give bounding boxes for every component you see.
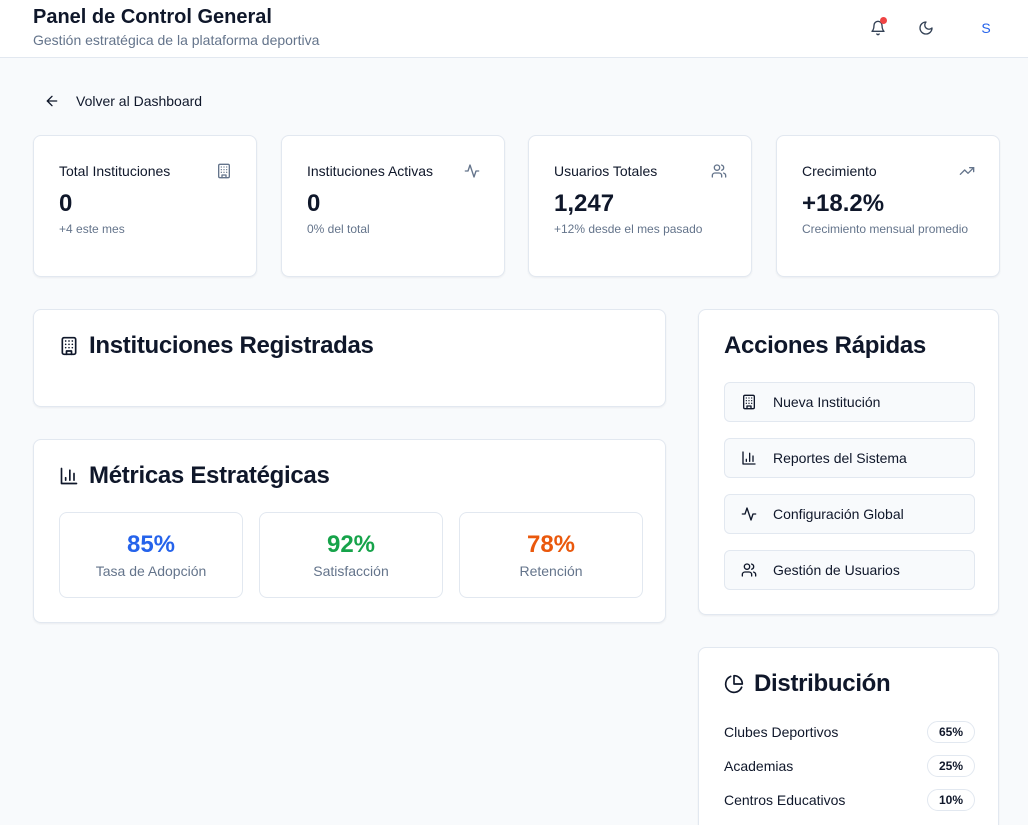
institutions-card: Instituciones Registradas <box>33 309 666 407</box>
institutions-title-text: Instituciones Registradas <box>89 332 374 359</box>
back-label: Volver al Dashboard <box>76 93 203 109</box>
top-bar: Panel de Control General Gestión estraté… <box>0 0 1028 58</box>
stat-card-growth: Crecimiento +18.2% Crecimiento mensual p… <box>776 135 1000 277</box>
theme-toggle-button[interactable] <box>912 14 940 42</box>
metric-value: 78% <box>526 531 576 558</box>
metric-label: Tasa de Adopción <box>95 563 207 579</box>
stat-value: 0 <box>59 190 73 217</box>
institutions-title: Instituciones Registradas <box>59 332 374 360</box>
stat-subtext: +4 este mes <box>59 222 125 236</box>
activity-icon <box>741 507 757 521</box>
moon-icon <box>919 21 933 35</box>
metric-retention: 78% Retención <box>459 512 643 598</box>
building-icon <box>218 163 230 179</box>
back-to-dashboard-link[interactable]: Volver al Dashboard <box>44 90 202 112</box>
users-icon <box>711 164 727 178</box>
stat-label: Crecimiento <box>802 163 877 179</box>
distribution-label: Academias <box>724 758 794 774</box>
stat-card-total-institutions: Total Instituciones 0 +4 este mes <box>33 135 257 277</box>
stat-label: Total Instituciones <box>59 163 171 179</box>
building-icon <box>61 336 77 356</box>
stat-card-total-users: Usuarios Totales 1,247 +12% desde el mes… <box>528 135 752 277</box>
page-title: Panel de Control General <box>33 6 272 28</box>
notifications-button[interactable] <box>864 14 892 42</box>
distribution-label: Centros Educativos <box>724 792 846 808</box>
bar-chart-icon <box>742 451 756 465</box>
stat-label: Usuarios Totales <box>554 163 658 179</box>
quick-actions-card: Acciones Rápidas Nueva Institución Repor… <box>698 309 999 615</box>
metric-satisfaction: 92% Satisfacción <box>259 512 443 598</box>
pie-chart-icon <box>724 674 744 694</box>
distribution-row: Clubes Deportivos 65% <box>724 721 975 743</box>
building-icon <box>743 394 755 410</box>
action-label: Nueva Institución <box>773 394 881 410</box>
stat-value: +18.2% <box>802 190 885 217</box>
action-label: Configuración Global <box>773 506 904 522</box>
avatar[interactable]: S <box>972 14 1000 42</box>
action-label: Gestión de Usuarios <box>773 562 900 578</box>
distribution-title: Distribución <box>724 670 891 698</box>
stat-subtext: +12% desde el mes pasado <box>554 222 703 236</box>
distribution-card: Distribución Clubes Deportivos 65% Acade… <box>698 647 999 825</box>
stat-subtext: Crecimiento mensual promedio <box>802 222 969 236</box>
metric-value: 92% <box>326 531 376 558</box>
stat-value: 0 <box>307 190 321 217</box>
stat-subtext: 0% del total <box>307 222 370 236</box>
metric-value: 85% <box>126 531 176 558</box>
quick-actions-title: Acciones Rápidas <box>724 332 926 359</box>
stat-card-active-institutions: Instituciones Activas 0 0% del total <box>281 135 505 277</box>
new-institution-button[interactable]: Nueva Institución <box>724 382 975 422</box>
metrics-title-text: Métricas Estratégicas <box>89 462 330 489</box>
system-reports-button[interactable]: Reportes del Sistema <box>724 438 975 478</box>
distribution-label: Clubes Deportivos <box>724 724 839 740</box>
distribution-badge: 65% <box>927 721 975 743</box>
distribution-row: Centros Educativos 10% <box>724 789 975 811</box>
user-management-button[interactable]: Gestión de Usuarios <box>724 550 975 590</box>
distribution-badge: 25% <box>927 755 975 777</box>
activity-icon <box>464 164 480 178</box>
trending-up-icon <box>959 167 975 175</box>
distribution-title-text: Distribución <box>754 670 891 697</box>
metric-label: Retención <box>519 563 583 579</box>
stat-label: Instituciones Activas <box>307 163 434 179</box>
page-subtitle: Gestión estratégica de la plataforma dep… <box>33 32 320 48</box>
metric-adoption: 85% Tasa de Adopción <box>59 512 243 598</box>
metric-label: Satisfacción <box>313 563 389 579</box>
distribution-badge: 10% <box>927 789 975 811</box>
stat-value: 1,247 <box>554 190 615 217</box>
metrics-title: Métricas Estratégicas <box>59 462 330 490</box>
arrow-left-icon <box>46 95 58 107</box>
action-label: Reportes del Sistema <box>773 450 907 466</box>
distribution-row: Academias 25% <box>724 755 975 777</box>
metrics-card: Métricas Estratégicas 85% Tasa de Adopci… <box>33 439 666 623</box>
notification-dot <box>880 17 887 24</box>
global-config-button[interactable]: Configuración Global <box>724 494 975 534</box>
users-icon <box>741 563 757 577</box>
bar-chart-icon <box>60 467 78 485</box>
